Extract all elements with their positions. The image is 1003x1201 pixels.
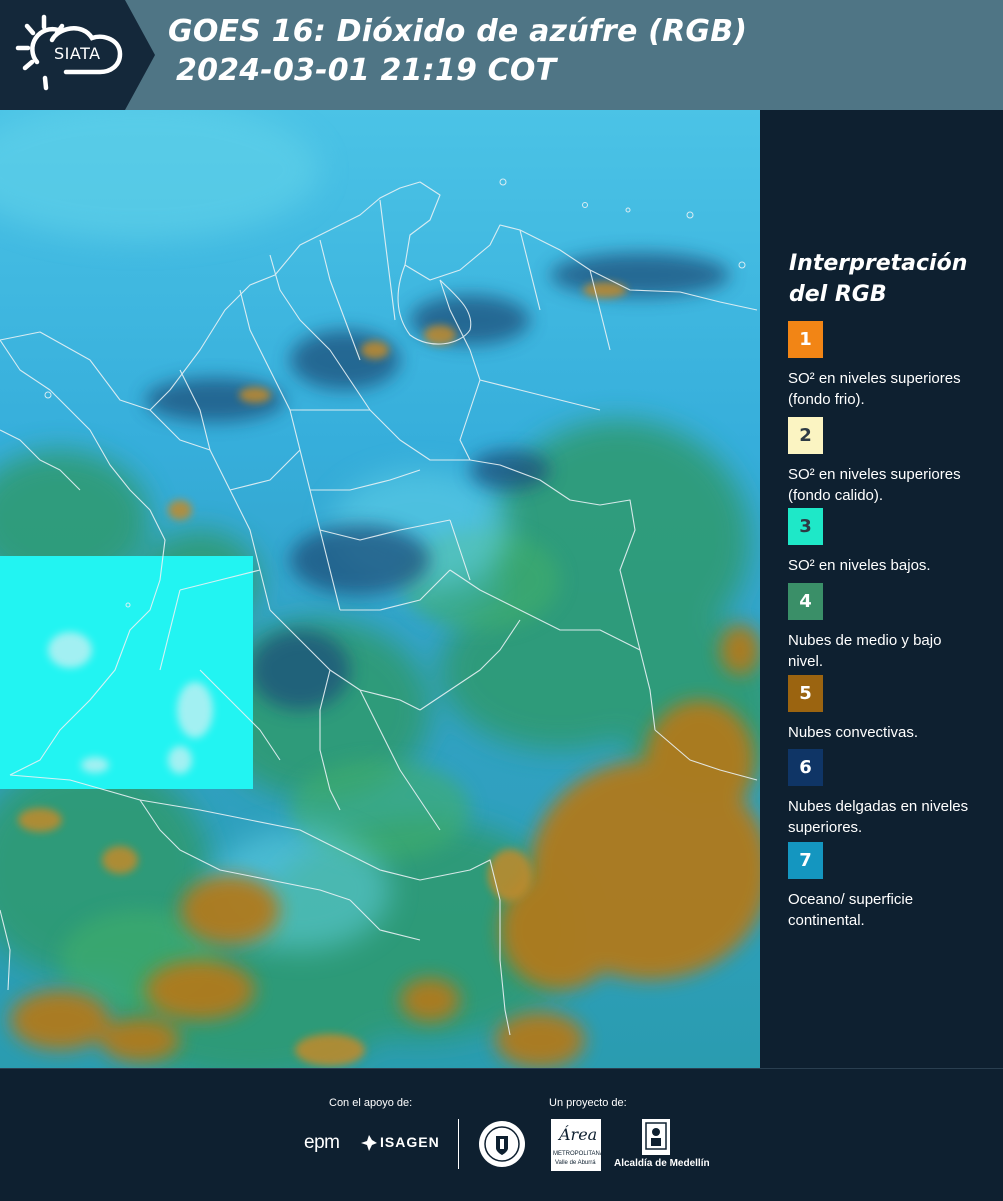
- legend-swatch: 5: [788, 675, 823, 712]
- support-caption: Con el apoyo de:: [329, 1097, 413, 1109]
- legend-text: SO² en niveles superiores (fondo frio).: [788, 370, 961, 408]
- epm-logo: epm: [304, 1132, 340, 1153]
- page-timestamp: 2024-03-01 21:19 COT: [176, 53, 557, 88]
- footer-divider: [458, 1119, 459, 1169]
- legend-title: Interpretación del RGB: [789, 248, 994, 310]
- alcaldia-crest-icon: [641, 1118, 671, 1156]
- legend-text: Nubes convectivas.: [788, 724, 919, 741]
- area-logo-text: Área: [559, 1125, 598, 1144]
- legend-text: Nubes de medio y bajo nivel.: [788, 632, 942, 670]
- area-logo-subtitle: METROPOLITANA: [553, 1151, 604, 1157]
- area-metropolitana-logo: Área METROPOLITANA Valle de Aburrá: [551, 1119, 604, 1171]
- legend-text: Oceano/ superficie continental.: [788, 891, 914, 929]
- legend-swatch: 4: [788, 583, 823, 620]
- legend-swatch: 1: [788, 321, 823, 358]
- legend-swatch: 2: [788, 417, 823, 454]
- page-title: GOES 16: Dióxido de azúfre (RGB): [168, 14, 748, 49]
- footer-sponsors: Con el apoyo de: Un proyecto de: epm ISA…: [0, 1068, 1003, 1201]
- isagen-logo-text: ISAGEN: [380, 1134, 440, 1150]
- legend-swatch: 6: [788, 749, 823, 786]
- legend-swatch: 3: [788, 508, 823, 545]
- area-logo-subtitle: Valle de Aburrá: [555, 1160, 596, 1166]
- alcaldia-logo-text: Alcaldía de Medellín: [614, 1158, 710, 1169]
- legend-title-line: del RGB: [789, 282, 887, 307]
- legend-text: Nubes delgadas en niveles superiores.: [788, 798, 969, 836]
- siata-logo: SIATA: [0, 0, 155, 110]
- legend-title-line: Interpretación: [789, 251, 968, 276]
- project-caption: Un proyecto de:: [549, 1097, 627, 1109]
- rgb-legend: Interpretación del RGB 1 SO² en niveles …: [760, 110, 1003, 1068]
- legend-text: SO² en niveles bajos.: [788, 557, 931, 574]
- isagen-mark-icon: [361, 1135, 377, 1151]
- medellin-seal-icon: [478, 1120, 526, 1172]
- logo-text: SIATA: [54, 44, 101, 63]
- satellite-image: [0, 110, 760, 1068]
- header-bar: SIATA GOES 16: Dióxido de azúfre (RGB) 2…: [0, 0, 1003, 110]
- legend-text: SO² en niveles superiores (fondo calido)…: [788, 466, 961, 504]
- legend-swatch: 7: [788, 842, 823, 879]
